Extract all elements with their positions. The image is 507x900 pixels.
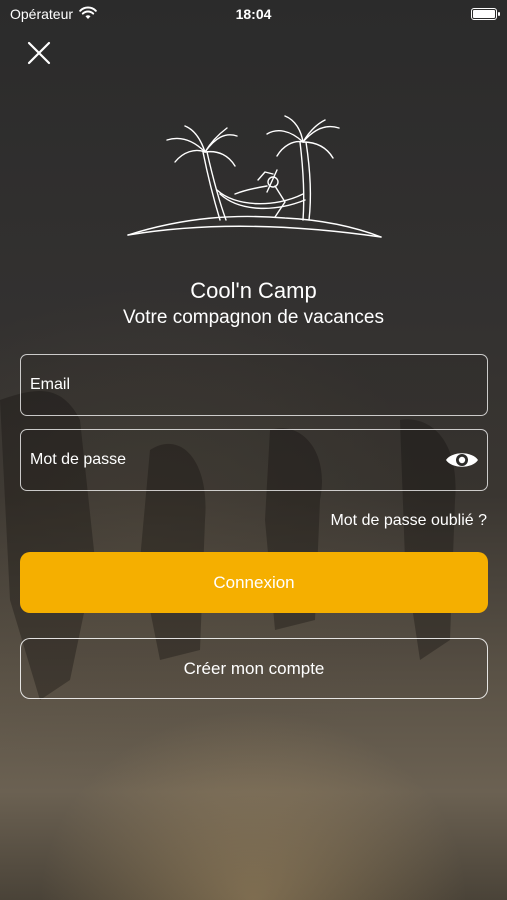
app-title: Cool'n Camp: [190, 278, 317, 303]
status-bar: Opérateur 18:04: [0, 0, 507, 28]
login-button[interactable]: Connexion: [20, 552, 488, 613]
clock: 18:04: [235, 6, 272, 22]
carrier-label: Opérateur: [10, 6, 74, 22]
password-field[interactable]: [21, 430, 487, 490]
password-field-container[interactable]: [20, 429, 488, 491]
email-field[interactable]: [21, 355, 487, 415]
email-field-container[interactable]: [20, 354, 488, 416]
forgot-password-link[interactable]: Mot de passe oublié ?: [330, 512, 487, 530]
close-button[interactable]: [24, 38, 54, 68]
show-password-button[interactable]: [445, 446, 479, 474]
create-account-button[interactable]: Créer mon compte: [20, 638, 488, 699]
eye-icon: [446, 453, 478, 467]
app-subtitle: Votre compagnon de vacances: [123, 307, 384, 328]
close-icon: [27, 41, 51, 65]
wifi-icon: [79, 6, 97, 23]
battery-icon: [471, 8, 500, 20]
palm-hammock-logo: [125, 112, 385, 242]
